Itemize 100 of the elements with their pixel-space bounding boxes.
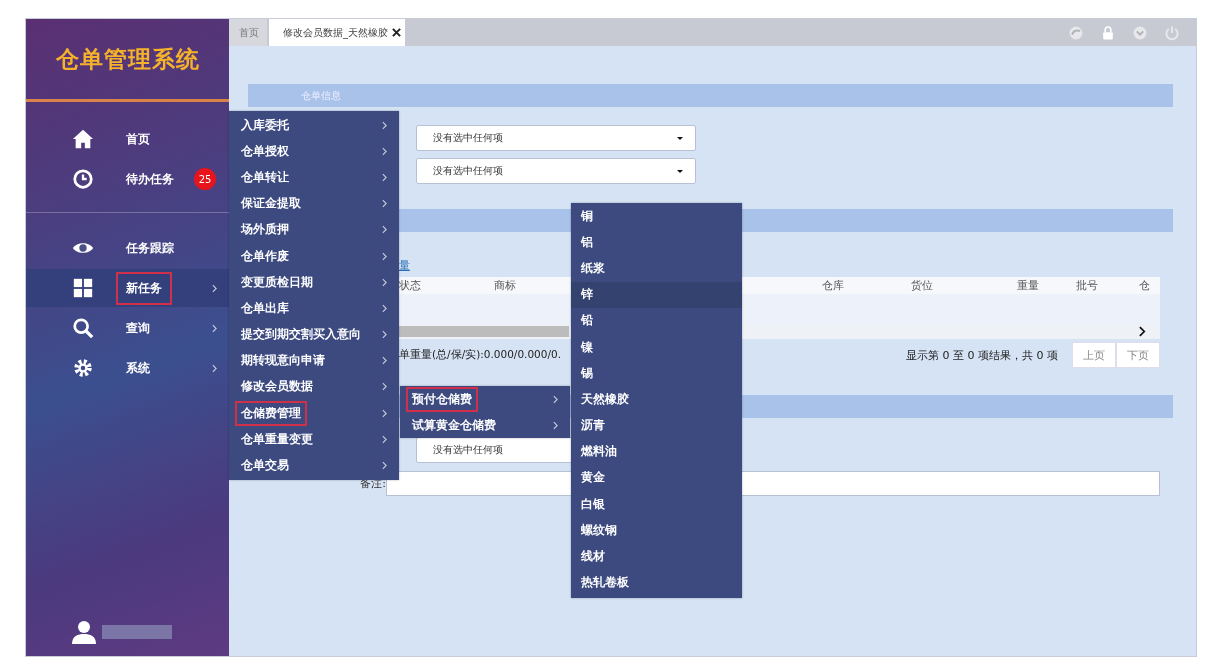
chevron-icon (382, 382, 387, 392)
menu-item[interactable]: 铝 (571, 229, 742, 256)
chevron-icon (382, 461, 387, 471)
menu-label: 修改会员数据 (240, 378, 314, 396)
menu-item[interactable]: 热轧卷板 (571, 569, 742, 596)
menu-item[interactable]: 提交到期交割买入意向 (229, 321, 399, 348)
chevron-icon (382, 225, 387, 235)
menu-item[interactable]: 天然橡胶 (571, 386, 742, 413)
menu-label: 保证金提取 (240, 195, 302, 213)
menu-label: 预付仓储费 (406, 386, 478, 412)
sidebar-label: 新任务 (116, 271, 172, 305)
menu-item[interactable]: 仓储费管理 (229, 400, 399, 427)
link[interactable]: 量 (399, 258, 410, 273)
column-header: 货位 (911, 278, 934, 293)
select-field[interactable]: 没有选中任何项 (416, 125, 696, 151)
menu-item[interactable]: 仓单授权 (229, 138, 399, 165)
menu-item[interactable]: 仓单转让 (229, 164, 399, 191)
menu-label: 仓单转让 (240, 168, 290, 186)
column-header: 批号 (1076, 278, 1099, 293)
menu-item[interactable]: 线材 (571, 543, 742, 570)
search-icon (72, 317, 94, 339)
sidebar-item[interactable]: 查询 (26, 309, 229, 347)
menu-item[interactable]: 镍 (571, 333, 742, 361)
chevron-icon (382, 356, 387, 366)
menu-item[interactable]: 试算黄金仓储费 (400, 412, 570, 439)
chevron-icon (382, 199, 387, 209)
tab[interactable]: 修改会员数据_天然橡胶 (269, 19, 405, 46)
menu-item[interactable]: 螺纹钢 (571, 517, 742, 544)
sidebar-item[interactable]: 首页 (26, 120, 229, 158)
column-header: 仓 (1139, 278, 1151, 293)
menu-label: 仓单出库 (240, 299, 290, 317)
menu-item[interactable]: 仓单交易 (229, 452, 399, 479)
sidebar-item[interactable]: 新任务 (26, 269, 229, 307)
menu-item[interactable]: 保证金提取 (229, 190, 399, 217)
count-badge: 25 (194, 168, 216, 190)
menu-item[interactable]: 仓单重量变更 (229, 426, 399, 453)
menu-label: 仓单重量变更 (240, 430, 314, 448)
grid-icon (72, 277, 94, 299)
menu-label: 试算黄金仓储费 (411, 416, 497, 434)
column-header: 仓库 (822, 278, 845, 293)
caret-icon (677, 136, 683, 140)
chevron-icon (382, 408, 387, 418)
chevron-icon[interactable] (1139, 326, 1146, 337)
menu-label: 仓单交易 (240, 457, 290, 475)
chevron-icon (382, 172, 387, 182)
menu-item[interactable]: 变更质检日期 (229, 269, 399, 296)
app-logo: 仓单管理系统 (54, 44, 201, 74)
chevron-icon (553, 394, 558, 404)
chevron-icon (382, 146, 387, 156)
pagination-info: 显示第 0 至 0 项结果，共 0 项 (906, 347, 1058, 363)
sidebar-label: 任务跟踪 (125, 239, 175, 257)
close-icon[interactable] (392, 28, 401, 37)
sidebar-item[interactable]: 任务跟踪 (26, 229, 229, 267)
column-header: 重量 (1017, 278, 1040, 293)
menu-item[interactable]: 仓单作废 (229, 242, 399, 270)
chevron-icon (382, 330, 387, 340)
menu-item[interactable]: 锡 (571, 360, 742, 387)
pager-button[interactable]: 上页 (1072, 342, 1116, 368)
chevron-icon (553, 420, 558, 430)
menu-item[interactable]: 铅 (571, 307, 742, 334)
menu-label: 提交到期交割买入意向 (240, 326, 362, 344)
sidebar-label: 首页 (125, 130, 151, 148)
column-header: 商标 (494, 278, 517, 293)
menu-item[interactable]: 修改会员数据 (229, 373, 399, 401)
sidebar-item[interactable]: 待办任务 25 (26, 160, 229, 198)
user-icon (72, 620, 96, 644)
caret-icon (677, 169, 683, 173)
menu-label: 仓储费管理 (235, 400, 307, 426)
blurred-username (102, 625, 172, 639)
menu-label: 仓单授权 (240, 142, 290, 160)
menu-item[interactable]: 沥青 (571, 412, 742, 439)
select-field[interactable]: 没有选中任何项 (416, 158, 696, 184)
weight-summary: 单重量(总/保/实):0.000/0.000/0. (399, 348, 562, 362)
menu-item[interactable]: 入库委托 (229, 112, 399, 139)
menu-item[interactable]: 铜 (571, 203, 742, 230)
chevron-icon (382, 303, 387, 313)
menu-label: 仓单作废 (240, 247, 290, 265)
menu-item[interactable]: 白银 (571, 491, 742, 518)
chevron-icon (382, 251, 387, 261)
menu-item[interactable]: 预付仓储费 (400, 386, 570, 413)
chevron-icon (382, 120, 387, 130)
sidebar-label: 查询 (125, 319, 151, 337)
menu-label: 场外质押 (239, 221, 290, 239)
pager-button[interactable]: 下页 (1116, 342, 1160, 368)
menu-label: 期转现意向申请 (240, 352, 326, 370)
menu-item[interactable]: 场外质押 (229, 216, 399, 243)
menu-item[interactable]: 纸浆 (571, 255, 742, 282)
sidebar-label: 系统 (125, 359, 151, 377)
menu-item[interactable]: 仓单出库 (229, 295, 399, 322)
column-header: 状态 (399, 278, 422, 293)
menu-item[interactable]: 锌 (571, 281, 742, 308)
chevron-icon (382, 434, 387, 444)
menu-item[interactable]: 黄金 (571, 464, 742, 492)
settings-icon (72, 357, 94, 379)
sidebar-label: 待办任务 (125, 170, 175, 188)
menu-label: 变更质检日期 (240, 273, 314, 291)
home-icon (72, 128, 94, 150)
sidebar-item[interactable]: 系统 (26, 349, 229, 387)
menu-item[interactable]: 期转现意向申请 (229, 347, 399, 374)
chevron-icon (382, 277, 387, 287)
